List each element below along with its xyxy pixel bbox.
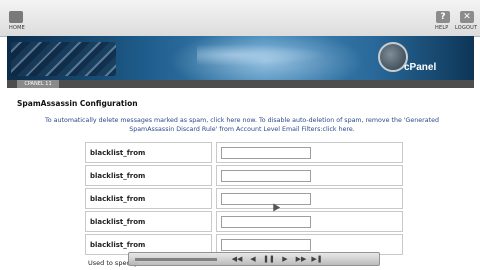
- help-icon[interactable]: ?: [436, 11, 450, 23]
- field-cell: [216, 142, 403, 163]
- page-title: SpamAssassin Configuration: [17, 99, 138, 108]
- blacklist-from-input[interactable]: [221, 216, 311, 228]
- form-row: blacklist_from: [85, 142, 403, 165]
- field-cell: [216, 211, 403, 232]
- cpanel-logo-text: cPanel: [404, 62, 437, 73]
- server-rack-graphic: [11, 42, 116, 76]
- nav-strip: [7, 80, 474, 88]
- blacklist-from-input[interactable]: [221, 147, 311, 159]
- home-icon[interactable]: [9, 11, 23, 23]
- seek-bar[interactable]: [135, 258, 217, 261]
- blacklist-from-input[interactable]: [221, 239, 311, 251]
- field-label: blacklist_from: [85, 188, 212, 209]
- form-row: blacklist_from: [85, 211, 403, 234]
- blacklist-from-input[interactable]: [221, 170, 311, 182]
- breadcrumb[interactable]: CPANEL 11: [17, 80, 59, 88]
- logout-icon[interactable]: ✕: [460, 11, 474, 23]
- logout-label[interactable]: LOGOUT: [455, 25, 477, 31]
- top-toolbar: HOME ? HELP ✕ LOGOUT: [0, 0, 480, 37]
- fast-forward-button[interactable]: ▶▶: [295, 254, 307, 264]
- world-map-graphic: [197, 44, 327, 66]
- home-label[interactable]: HOME: [9, 25, 25, 31]
- rewind-button[interactable]: ◀◀: [231, 254, 243, 264]
- cpanel-banner: cPanel: [7, 36, 474, 80]
- previous-button[interactable]: ◀: [247, 254, 259, 264]
- form-row: blacklist_from: [85, 188, 403, 211]
- next-button[interactable]: ▶: [279, 254, 291, 264]
- pause-button[interactable]: ❚❚: [263, 254, 275, 264]
- field-cell: [216, 165, 403, 186]
- blacklist-from-input[interactable]: [221, 193, 311, 205]
- end-button[interactable]: ▶❚: [311, 254, 323, 264]
- field-cell: [216, 188, 403, 209]
- field-label: blacklist_from: [85, 142, 212, 163]
- page-description: To automatically delete messages marked …: [45, 117, 439, 133]
- spamassassin-form: blacklist_from blacklist_from blacklist_…: [85, 142, 403, 257]
- help-label[interactable]: HELP: [435, 25, 449, 31]
- form-row: blacklist_from: [85, 165, 403, 188]
- field-label: blacklist_from: [85, 165, 212, 186]
- field-label: blacklist_from: [85, 211, 212, 232]
- video-player-controls: ◀◀ ◀ ❚❚ ▶ ▶▶ ▶❚: [128, 252, 380, 266]
